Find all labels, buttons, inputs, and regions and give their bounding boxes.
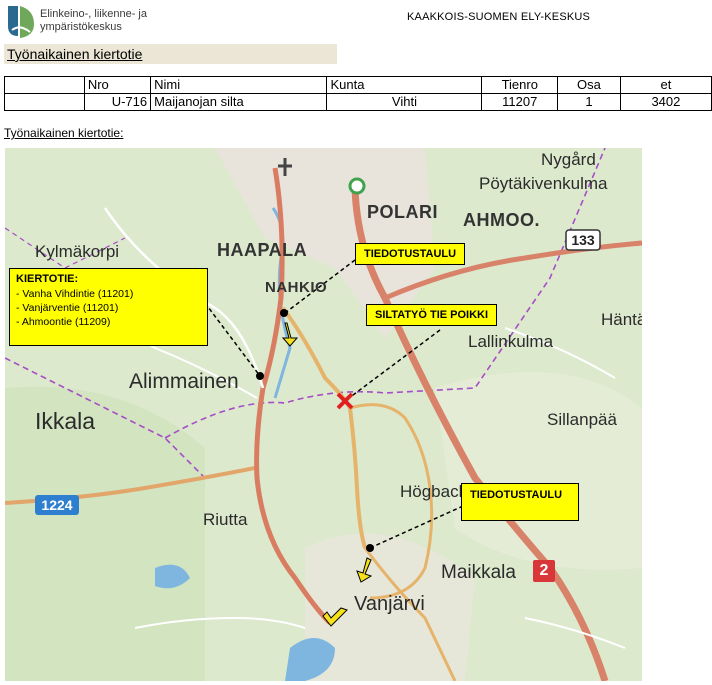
road-2-label: 2 [539,562,549,579]
organization-name: KAAKKOIS-SUOMEN ELY-KESKUS [407,11,591,23]
logo-line-2: ympäristökeskus [40,21,122,33]
kiertotie-item: - Ahmoontie (11209) [16,316,111,328]
place-vanjarvi: Vanjärvi [354,593,425,615]
cell-osa: 1 [557,93,621,111]
place-riutta: Riutta [203,510,248,529]
ely-logo: Elinkeino-, liikenne- ja ympäristökeskus [4,4,164,42]
col-header-kunta: Kunta [326,76,483,94]
cell-nro: U-716 [83,93,152,111]
col-header-et: et [619,76,712,94]
place-kylmakorpi: Kylmäkorpi [35,242,120,261]
cell-et: 3402 [619,93,712,111]
road-1224-label: 1224 [41,497,73,513]
table-row: U-716 Maijanojan silta Vihti 11207 1 340… [4,93,712,111]
col-header-osa: Osa [557,76,621,94]
ely-logo-icon [8,6,34,38]
callout-tiedotustaulu-top: TIEDOTUSTAULU [355,243,466,265]
cell-0 [4,93,85,111]
place-alimmainen: Alimmainen [129,370,239,393]
place-nygard: Nygård [541,150,596,169]
title-bar: Työnaikainen kiertotie [4,44,337,64]
cell-kunta: Vihti [326,93,483,111]
place-ahmoo: AHMOO. [463,210,540,230]
detour-map: 133 1224 2 Nygård Pöytäkivenkulma POLARI… [5,148,642,681]
kiertotie-title: KIERTOTIE: [16,273,79,285]
roundabout-marker [348,177,366,195]
place-ikkala: Ikkala [35,408,96,434]
place-nahkio: NAHKIO [265,279,328,296]
info-table: Nro Nimi Kunta Tienro Osa et U-716 Maija… [4,76,712,111]
page-title: Työnaikainen kiertotie [7,46,143,62]
cell-tienro: 11207 [481,93,559,111]
logo-line-1: Elinkeino-, liikenne- ja [40,8,147,20]
map-caption: Työnaikainen kiertotie: [4,126,124,140]
place-maikkala: Maikkala [441,562,516,583]
place-lallinkulma: Lallinkulma [468,332,554,351]
callout-siltatyo: SILTATYÖ TIE POIKKI [366,304,498,326]
col-header-tienro: Tienro [481,76,559,94]
kiertotie-item: - Vanha Vihdintie (11201) [16,288,134,300]
col-header-nimi: Nimi [150,76,328,94]
table-header-row: Nro Nimi Kunta Tienro Osa et [4,76,712,94]
place-poytakivenkulma: Pöytäkivenkulma [479,174,608,193]
place-sillanpaa: Sillanpää [547,410,617,429]
callout-tiedotustaulu-bottom: TIEDOTUSTAULU [461,483,579,521]
kiertotie-item: - Vanjärventie (11201) [16,302,119,314]
col-header-nro: Nro [83,76,152,94]
place-hanta: Häntä [601,310,642,329]
road-133-label: 133 [571,232,595,248]
col-header-0 [4,76,85,94]
place-haapala: HAAPALA [217,240,308,260]
place-polari: POLARI [367,202,439,222]
cell-nimi: Maijanojan silta [150,93,328,111]
callout-kiertotie: KIERTOTIE: - Vanha Vihdintie (11201) - V… [9,268,208,346]
